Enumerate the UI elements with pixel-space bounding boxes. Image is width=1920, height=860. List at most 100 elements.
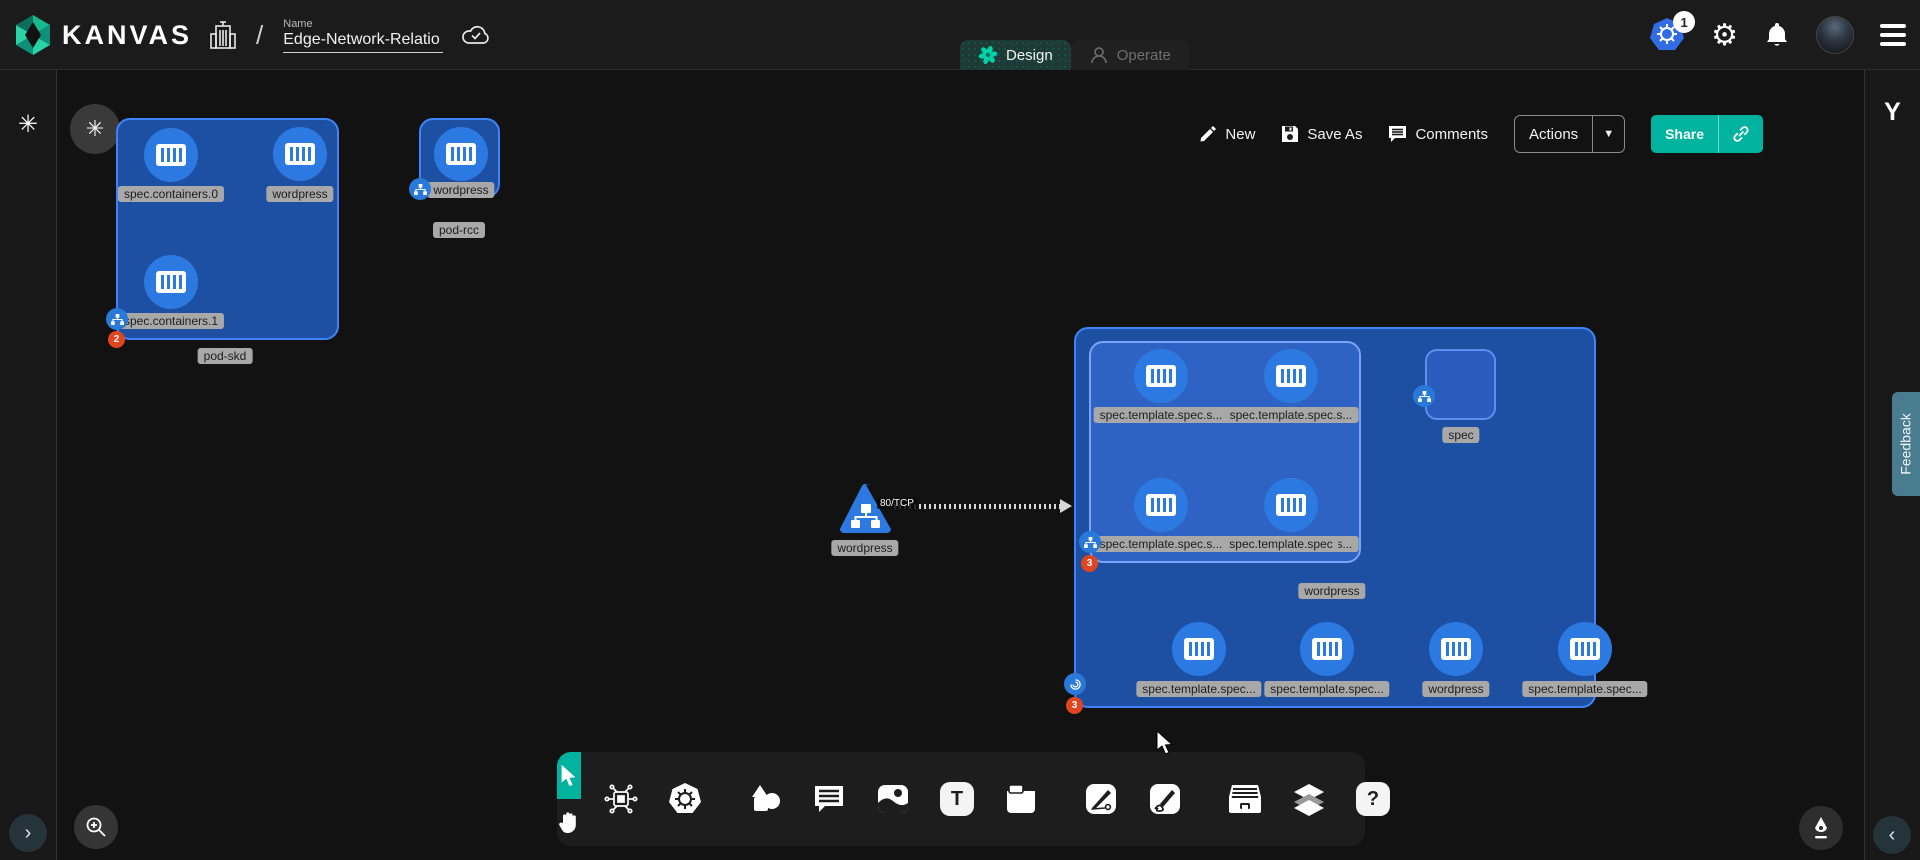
text-T-icon: T [940,782,974,816]
kanvas-brand[interactable]: KANVAS [14,14,192,56]
settings-gear-icon[interactable]: ⚙ [1711,18,1738,53]
error-count-badge[interactable]: 3 [1081,555,1098,572]
group-deployment-wordpress[interactable]: spec.template.spec.s... spec.template.sp… [1074,327,1596,708]
group-spec-template-spec[interactable]: spec.template.spec.s... spec.template.sp… [1089,341,1361,563]
asterisk-icon: ✳ [86,116,104,142]
user-avatar[interactable] [1816,16,1854,54]
node-label: wordpress [427,182,494,198]
comment-tool-button[interactable] [809,779,849,819]
zoom-in-button[interactable] [74,805,118,849]
actions-caret-icon[interactable]: ▼ [1592,116,1624,152]
container-icon [1441,638,1471,660]
code-panel-toggle[interactable]: Y [1884,98,1901,127]
node-spec[interactable] [1425,349,1496,420]
bottom-toolbar: T [557,752,1365,846]
kubernetes-tool-button[interactable] [665,779,705,819]
sticky-note-icon [1005,783,1037,815]
node-bottom-container-3[interactable] [1558,622,1612,676]
new-label: New [1225,126,1255,143]
archive-drawer-icon [1227,783,1263,815]
collapse-right-panel-button[interactable]: ‹ [1873,816,1911,854]
copy-link-icon[interactable] [1718,115,1763,153]
node-bottom-container-1[interactable] [1300,622,1354,676]
service-label: wordpress [831,540,898,556]
relationship-badge[interactable] [106,308,128,330]
pointer-tool-column [557,752,581,846]
workspace-building-icon[interactable] [210,20,236,50]
node-bottom-container-0[interactable] [1172,622,1226,676]
service-edge[interactable] [894,504,1064,509]
new-button[interactable]: New [1199,125,1255,143]
chevron-right-icon: › [25,822,32,845]
save-as-button[interactable]: Save As [1281,125,1362,143]
layers-icon [1291,782,1327,816]
line-draw-tool-button[interactable] [1081,779,1121,819]
error-count-badge[interactable]: 3 [1066,697,1083,714]
deployment-spiral-badge[interactable] [1064,673,1086,695]
node-label: spec.template.spec... [1264,681,1389,697]
design-name-block: Name [283,18,443,53]
tab-operate[interactable]: Operate [1071,40,1189,70]
freehand-draw-tool-button[interactable] [1145,779,1185,819]
mouse-cursor [1155,730,1177,761]
group-label-pod-rcc: pod-rcc [433,222,485,238]
error-count-badge[interactable]: 2 [108,331,125,348]
node-label: spec.template.spec.s... [1094,407,1229,423]
comments-button[interactable]: Comments [1388,125,1488,143]
pen-nib-button[interactable] [1799,806,1843,850]
kanvas-logo-icon [14,14,52,56]
relationship-badge[interactable] [409,178,431,200]
node-wordpress-container[interactable] [434,127,488,181]
quick-dock-button[interactable]: ✳ [70,104,120,154]
drawer-tool-button[interactable] [1225,779,1265,819]
container-icon [1276,494,1306,516]
node-bottom-container-2[interactable] [1429,622,1483,676]
group-pod-rcc[interactable]: wordpress [419,118,500,198]
share-button[interactable]: Share [1651,115,1763,153]
layers-tool-button[interactable] [1289,779,1329,819]
node-spec-containers-0[interactable] [144,128,198,182]
menu-hamburger-icon[interactable] [1880,24,1906,46]
design-canvas[interactable]: ✳ New Save As [57,70,1864,860]
node-label: wordpress [1422,681,1489,697]
help-tool-button[interactable]: ? [1353,779,1393,819]
node-label: spec.template.spec.s... [1094,536,1229,552]
mode-tabs: Design Operate [960,40,1189,70]
group-label-deployment: wordpress [1298,583,1365,599]
kubernetes-context-button[interactable]: 1 [1649,17,1685,53]
design-name-input[interactable] [283,31,443,53]
node-template-container-0[interactable] [1134,349,1188,403]
node-spec-containers-1[interactable] [144,255,198,309]
node-label: spec.containers.1 [118,313,224,329]
node-wordpress-container[interactable] [273,127,327,181]
shapes-tool-button[interactable] [745,779,785,819]
actions-dropdown-button[interactable]: Actions ▼ [1514,115,1625,153]
floppy-icon [1281,125,1299,143]
feedback-tab[interactable]: Feedback [1892,392,1920,496]
brand-name: KANVAS [62,20,192,51]
context-count-badge: 1 [1673,11,1695,33]
text-tool-button[interactable]: T [937,779,977,819]
group-label-pod-skd: pod-skd [198,348,253,364]
relationship-badge[interactable] [1413,385,1435,407]
group-pod-skd[interactable]: spec.containers.0 wordpress spec.contain… [116,118,339,340]
image-tool-button[interactable] [873,779,913,819]
pan-tool-button[interactable] [557,799,581,846]
operate-helm-icon [1089,45,1109,65]
hand-icon [557,810,581,836]
node-template-container-1[interactable] [1264,349,1318,403]
node-template-container-3[interactable] [1264,478,1318,532]
shapes-icon [748,783,782,815]
tab-design[interactable]: Design [960,40,1071,70]
select-tool-button[interactable] [557,752,581,799]
container-icon [446,143,476,165]
components-library-button[interactable] [601,779,641,819]
note-tool-button[interactable] [1001,779,1041,819]
loading-spinner-icon: ✳ [18,110,38,139]
expand-left-panel-button[interactable]: › [9,814,47,852]
notifications-bell-icon[interactable] [1764,21,1790,49]
node-template-container-2[interactable] [1134,478,1188,532]
tab-design-label: Design [1006,47,1053,64]
relationship-badge[interactable] [1079,531,1101,553]
left-rail: ✳ › [0,70,57,860]
